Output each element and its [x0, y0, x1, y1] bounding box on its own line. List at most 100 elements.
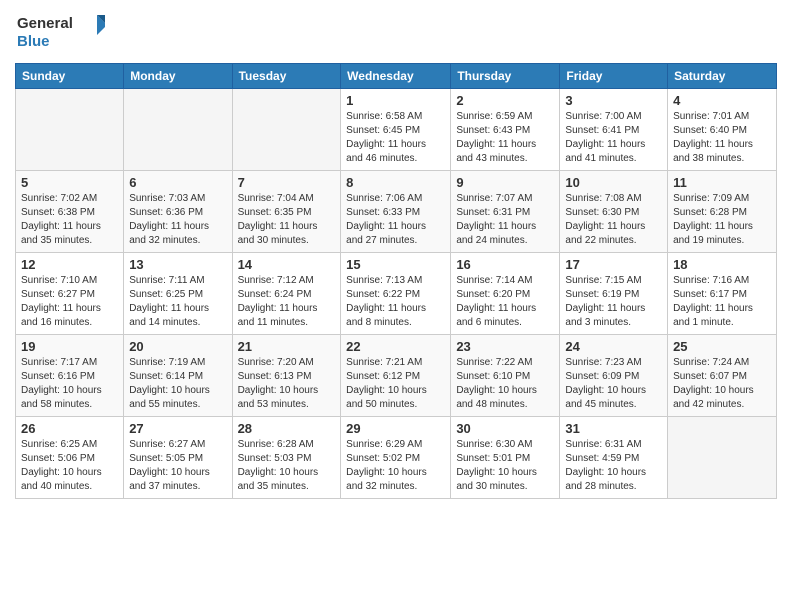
calendar-cell: 9Sunrise: 7:07 AM Sunset: 6:31 PM Daylig… [451, 171, 560, 253]
header: General Blue [15, 10, 777, 55]
calendar-cell: 21 Sunrise: 7:20 AM Sunset: 6:13 PM Dayli… [232, 335, 341, 417]
day-info: Sunrise: 6:58 AM Sunset: 6:45 PM Dayligh… [346, 110, 445, 166]
column-header-thursday: Thursday [451, 64, 560, 89]
svg-text:General: General [17, 15, 73, 32]
calendar-cell: 28Sunrise: 6:28 AM Sunset: 5:03 PM Dayli… [232, 417, 341, 499]
day-info: Sunrise: 7:11 AM Sunset: 6:25 PM Dayligh… [129, 274, 226, 330]
calendar-cell: 1 Sunrise: 6:58 AM Sunset: 6:45 PM Daylig… [341, 89, 451, 171]
day-info: Sunrise: 7:10 AM Sunset: 6:27 PM Dayligh… [21, 274, 118, 330]
day-number: 13 [129, 257, 226, 272]
day-info: Sunrise: 6:31 AM Sunset: 4:59 PM Dayligh… [565, 438, 662, 494]
calendar-week-row: 12 Sunrise: 7:10 AM Sunset: 6:27 PM Dayli… [16, 253, 777, 335]
calendar-cell: 30 Sunrise: 6:30 AM Sunset: 5:01 PM Dayli… [451, 417, 560, 499]
calendar-cell: 25 Sunrise: 7:24 AM Sunset: 6:07 PM Dayli… [668, 335, 777, 417]
calendar-cell: 16 Sunrise: 7:14 AM Sunset: 6:20 PM Dayli… [451, 253, 560, 335]
day-number: 26 [21, 421, 118, 436]
logo: General Blue [15, 10, 105, 55]
calendar-cell [124, 89, 232, 171]
day-number: 10 [565, 175, 662, 190]
calendar-cell: 7 Sunrise: 7:04 AM Sunset: 6:35 PM Daylig… [232, 171, 341, 253]
calendar-cell: 23 Sunrise: 7:22 AM Sunset: 6:10 PM Dayli… [451, 335, 560, 417]
day-info: Sunrise: 6:25 AM Sunset: 5:06 PM Dayligh… [21, 438, 118, 494]
day-number: 12 [21, 257, 118, 272]
day-number: 4 [673, 93, 771, 108]
day-info: Sunrise: 7:02 AM Sunset: 6:38 PM Dayligh… [21, 192, 118, 248]
calendar-table: SundayMondayTuesdayWednesdayThursdayFrid… [15, 63, 777, 499]
calendar-week-row: 19 Sunrise: 7:17 AM Sunset: 6:16 PM Dayli… [16, 335, 777, 417]
day-info: Sunrise: 7:23 AM Sunset: 6:09 PM Dayligh… [565, 356, 662, 412]
calendar-cell: 18Sunrise: 7:16 AM Sunset: 6:17 PM Dayli… [668, 253, 777, 335]
day-number: 27 [129, 421, 226, 436]
day-info: Sunrise: 7:14 AM Sunset: 6:20 PM Dayligh… [456, 274, 554, 330]
day-info: Sunrise: 7:12 AM Sunset: 6:24 PM Dayligh… [238, 274, 336, 330]
column-header-monday: Monday [124, 64, 232, 89]
day-info: Sunrise: 7:21 AM Sunset: 6:12 PM Dayligh… [346, 356, 445, 412]
day-info: Sunrise: 7:01 AM Sunset: 6:40 PM Dayligh… [673, 110, 771, 166]
column-header-saturday: Saturday [668, 64, 777, 89]
day-info: Sunrise: 6:30 AM Sunset: 5:01 PM Dayligh… [456, 438, 554, 494]
column-header-friday: Friday [560, 64, 668, 89]
calendar-cell: 26 Sunrise: 6:25 AM Sunset: 5:06 PM Dayli… [16, 417, 124, 499]
day-number: 8 [346, 175, 445, 190]
day-number: 25 [673, 339, 771, 354]
day-number: 17 [565, 257, 662, 272]
calendar-cell: 31 Sunrise: 6:31 AM Sunset: 4:59 PM Dayli… [560, 417, 668, 499]
day-number: 5 [21, 175, 118, 190]
calendar-cell: 24 Sunrise: 7:23 AM Sunset: 6:09 PM Dayli… [560, 335, 668, 417]
day-number: 1 [346, 93, 445, 108]
page: General Blue SundayMondayTuesdayWednesda… [0, 0, 792, 612]
calendar-cell: 11 Sunrise: 7:09 AM Sunset: 6:28 PM Dayli… [668, 171, 777, 253]
day-info: Sunrise: 7:20 AM Sunset: 6:13 PM Dayligh… [238, 356, 336, 412]
calendar-cell: 20 Sunrise: 7:19 AM Sunset: 6:14 PM Dayli… [124, 335, 232, 417]
day-info: Sunrise: 6:27 AM Sunset: 5:05 PM Dayligh… [129, 438, 226, 494]
day-number: 21 [238, 339, 336, 354]
day-number: 23 [456, 339, 554, 354]
calendar-cell: 6Sunrise: 7:03 AM Sunset: 6:36 PM Daylig… [124, 171, 232, 253]
day-number: 11 [673, 175, 771, 190]
calendar-cell: 14Sunrise: 7:12 AM Sunset: 6:24 PM Dayli… [232, 253, 341, 335]
day-info: Sunrise: 6:28 AM Sunset: 5:03 PM Dayligh… [238, 438, 336, 494]
day-number: 2 [456, 93, 554, 108]
day-number: 29 [346, 421, 445, 436]
day-info: Sunrise: 7:24 AM Sunset: 6:07 PM Dayligh… [673, 356, 771, 412]
calendar-cell [668, 417, 777, 499]
day-number: 15 [346, 257, 445, 272]
day-number: 19 [21, 339, 118, 354]
day-info: Sunrise: 7:19 AM Sunset: 6:14 PM Dayligh… [129, 356, 226, 412]
calendar-cell: 4 Sunrise: 7:01 AM Sunset: 6:40 PM Daylig… [668, 89, 777, 171]
calendar-cell: 3 Sunrise: 7:00 AM Sunset: 6:41 PM Daylig… [560, 89, 668, 171]
calendar-cell: 2 Sunrise: 6:59 AM Sunset: 6:43 PM Daylig… [451, 89, 560, 171]
day-number: 22 [346, 339, 445, 354]
calendar-cell: 29 Sunrise: 6:29 AM Sunset: 5:02 PM Dayli… [341, 417, 451, 499]
calendar-cell: 8Sunrise: 7:06 AM Sunset: 6:33 PM Daylig… [341, 171, 451, 253]
calendar-cell [16, 89, 124, 171]
day-info: Sunrise: 7:22 AM Sunset: 6:10 PM Dayligh… [456, 356, 554, 412]
day-info: Sunrise: 7:00 AM Sunset: 6:41 PM Dayligh… [565, 110, 662, 166]
calendar-cell [232, 89, 341, 171]
svg-text:Blue: Blue [17, 33, 50, 50]
day-number: 20 [129, 339, 226, 354]
calendar-cell: 10 Sunrise: 7:08 AM Sunset: 6:30 PM Dayli… [560, 171, 668, 253]
day-info: Sunrise: 6:29 AM Sunset: 5:02 PM Dayligh… [346, 438, 445, 494]
day-info: Sunrise: 7:15 AM Sunset: 6:19 PM Dayligh… [565, 274, 662, 330]
day-info: Sunrise: 7:04 AM Sunset: 6:35 PM Dayligh… [238, 192, 336, 248]
day-number: 30 [456, 421, 554, 436]
day-number: 3 [565, 93, 662, 108]
day-number: 24 [565, 339, 662, 354]
day-number: 31 [565, 421, 662, 436]
calendar-cell: 12 Sunrise: 7:10 AM Sunset: 6:27 PM Dayli… [16, 253, 124, 335]
calendar-week-row: 26 Sunrise: 6:25 AM Sunset: 5:06 PM Dayli… [16, 417, 777, 499]
day-number: 7 [238, 175, 336, 190]
day-number: 18 [673, 257, 771, 272]
day-info: Sunrise: 7:17 AM Sunset: 6:16 PM Dayligh… [21, 356, 118, 412]
calendar-cell: 19 Sunrise: 7:17 AM Sunset: 6:16 PM Dayli… [16, 335, 124, 417]
calendar-week-row: 1 Sunrise: 6:58 AM Sunset: 6:45 PM Daylig… [16, 89, 777, 171]
column-header-wednesday: Wednesday [341, 64, 451, 89]
day-info: Sunrise: 7:08 AM Sunset: 6:30 PM Dayligh… [565, 192, 662, 248]
calendar-cell: 13 Sunrise: 7:11 AM Sunset: 6:25 PM Dayli… [124, 253, 232, 335]
day-number: 9 [456, 175, 554, 190]
day-number: 6 [129, 175, 226, 190]
day-number: 16 [456, 257, 554, 272]
day-info: Sunrise: 6:59 AM Sunset: 6:43 PM Dayligh… [456, 110, 554, 166]
day-info: Sunrise: 7:09 AM Sunset: 6:28 PM Dayligh… [673, 192, 771, 248]
